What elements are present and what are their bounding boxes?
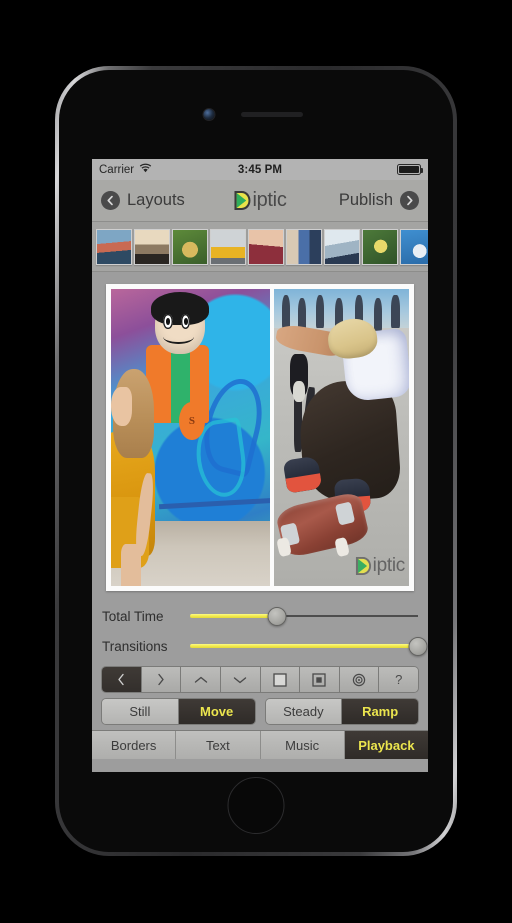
diptic-watermark-text: iptic xyxy=(372,555,406,577)
prev-button[interactable] xyxy=(102,667,142,692)
back-button-label: Layouts xyxy=(127,191,185,209)
total-time-slider-thumb[interactable] xyxy=(267,606,287,626)
next-button[interactable] xyxy=(141,667,182,692)
motion-segmented-control: Still Move xyxy=(101,698,256,725)
diptic-d-logo xyxy=(234,191,251,210)
phone-body: Carrier 3:45 PM Layouts iptic Publish S … xyxy=(59,70,453,852)
move-up-button[interactable] xyxy=(181,667,221,692)
chevron-left-icon xyxy=(116,673,126,686)
target-circles-icon xyxy=(352,673,366,687)
tab-playback[interactable]: Playback xyxy=(344,731,428,759)
publish-button-label: Publish xyxy=(338,191,393,209)
earpiece-speaker xyxy=(241,112,303,117)
thumbnail-item[interactable] xyxy=(172,228,208,265)
thumbnail-item[interactable] xyxy=(362,228,398,265)
collage-frame[interactable]: S iptic xyxy=(106,284,414,591)
move-down-button[interactable] xyxy=(220,667,261,692)
fit-frame-button[interactable] xyxy=(300,667,340,692)
transitions-slider[interactable] xyxy=(190,636,428,656)
total-time-slider[interactable] xyxy=(190,606,418,626)
graffiti-coin-letter: S xyxy=(179,401,205,441)
status-bar-clock: 3:45 PM xyxy=(237,163,283,176)
transitions-label: Transitions xyxy=(102,638,168,654)
status-bar-right xyxy=(397,164,424,175)
collage-pane-left-graffiti-woman[interactable]: S xyxy=(111,289,270,586)
chevron-up-icon xyxy=(194,675,208,685)
diptic-watermark: iptic xyxy=(355,555,405,577)
segment-steady[interactable]: Steady xyxy=(265,699,343,724)
thumbnail-item[interactable] xyxy=(324,228,360,265)
chevron-down-icon xyxy=(233,675,247,685)
transitions-slider-thumb[interactable] xyxy=(408,636,428,656)
segment-move[interactable]: Move xyxy=(178,699,255,724)
publish-button[interactable]: Publish xyxy=(339,191,419,210)
nested-square-icon xyxy=(312,672,327,687)
back-to-layouts-button[interactable]: Layouts xyxy=(101,191,185,210)
frame-tool-button-row: ? xyxy=(101,666,419,693)
chevron-left-circle-icon xyxy=(101,191,120,210)
focus-point-button[interactable] xyxy=(339,667,380,692)
question-mark-icon: ? xyxy=(395,672,403,687)
phone-frame: Carrier 3:45 PM Layouts iptic Publish S … xyxy=(55,66,457,856)
thumbnail-item[interactable] xyxy=(248,228,284,265)
phone-screen: Carrier 3:45 PM Layouts iptic Publish S … xyxy=(92,159,428,772)
help-button[interactable]: ? xyxy=(379,667,418,692)
diptic-d-logo xyxy=(355,557,371,576)
thumbnail-item[interactable] xyxy=(400,228,428,265)
chevron-right-circle-icon xyxy=(400,191,419,210)
collage-canvas-area: S iptic xyxy=(92,272,428,599)
tab-text[interactable]: Text xyxy=(176,731,261,759)
fill-frame-button[interactable] xyxy=(260,667,301,692)
total-time-label: Total Time xyxy=(102,608,164,624)
thumbnail-item[interactable] xyxy=(96,228,132,265)
playback-controls-panel: Total Time Transitions ? Still Move Stea… xyxy=(92,599,428,759)
diptic-brand-text: iptic xyxy=(252,189,287,211)
thumbnail-item[interactable] xyxy=(210,228,246,265)
segmented-control-row: Still Move Steady Ramp xyxy=(101,698,419,725)
status-bar: Carrier 3:45 PM xyxy=(92,159,428,180)
home-button[interactable] xyxy=(227,777,285,834)
bottom-tab-bar: Borders Text Music Playback xyxy=(92,730,428,759)
thumbnail-item[interactable] xyxy=(134,228,170,265)
segment-ramp[interactable]: Ramp xyxy=(342,699,418,724)
tab-borders[interactable]: Borders xyxy=(92,731,177,759)
tab-music[interactable]: Music xyxy=(260,731,345,759)
photo-thumbnail-strip[interactable] xyxy=(92,222,428,272)
segment-still[interactable]: Still xyxy=(102,699,179,724)
collage-pane-right-skateboarder[interactable]: iptic xyxy=(273,289,409,586)
battery-full-icon xyxy=(397,164,424,175)
thumbnail-item[interactable] xyxy=(286,228,322,265)
total-time-slider-row: Total Time xyxy=(92,601,428,631)
easing-segmented-control: Steady Ramp xyxy=(264,698,419,725)
chevron-right-icon xyxy=(156,673,166,686)
front-camera-icon xyxy=(203,109,215,120)
transitions-slider-row: Transitions xyxy=(92,631,428,661)
filled-square-icon xyxy=(273,672,287,687)
diptic-brand-logo: iptic xyxy=(233,189,287,212)
navigation-bar: Layouts iptic Publish xyxy=(92,180,428,222)
